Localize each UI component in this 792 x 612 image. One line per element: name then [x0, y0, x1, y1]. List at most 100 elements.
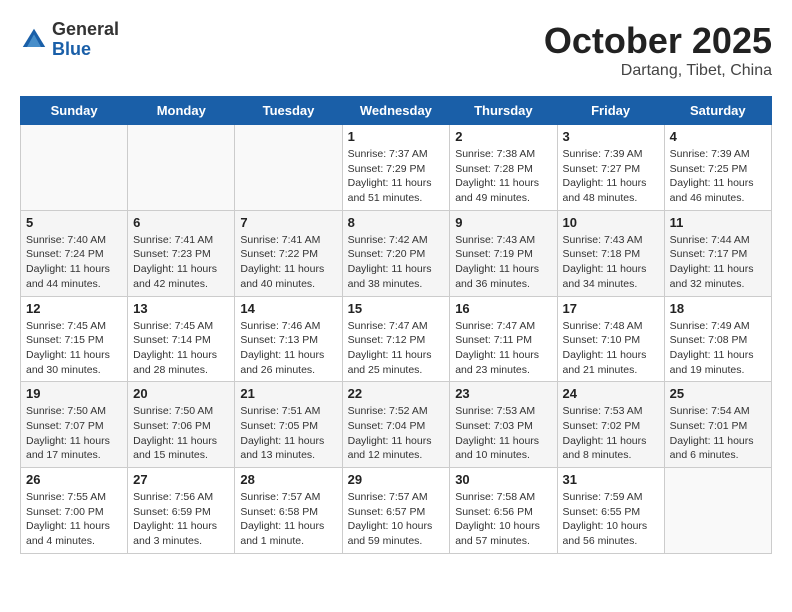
calendar-cell: 21 Sunrise: 7:51 AMSunset: 7:05 PMDayligh…	[235, 382, 342, 468]
calendar-cell: 28Sunrise: 7:57 AMSunset: 6:58 PMDayligh…	[235, 468, 342, 554]
calendar-cell: 26 Sunrise: 7:55 AMSunset: 7:00 PMDayligh…	[21, 468, 128, 554]
day-number: 24	[563, 386, 659, 401]
calendar-cell: 27 Sunrise: 7:56 AMSunset: 6:59 PMDayligh…	[128, 468, 235, 554]
day-info: Sunrise: 7:47 AMSunset: 7:12 PMDaylight:…	[348, 319, 445, 378]
day-info: Sunrise: 7:59 AMSunset: 6:55 PMDaylight:…	[563, 490, 659, 549]
day-number: 2	[455, 129, 551, 144]
day-number: 16	[455, 301, 551, 316]
calendar-cell: 14Sunrise: 7:46 AMSunset: 7:13 PMDayligh…	[235, 296, 342, 382]
day-info: Sunrise: 7:47 AMSunset: 7:11 PMDaylight:…	[455, 319, 551, 378]
calendar-cell: 9 Sunrise: 7:43 AMSunset: 7:19 PMDaylight…	[450, 210, 557, 296]
day-number: 3	[563, 129, 659, 144]
day-number: 21	[240, 386, 336, 401]
day-info: Sunrise: 7:55 AMSunset: 7:00 PMDaylight:…	[26, 490, 122, 549]
day-number: 11	[670, 215, 766, 230]
day-number: 7	[240, 215, 336, 230]
day-number: 26	[26, 472, 122, 487]
weekday-header: Sunday	[21, 97, 128, 125]
day-info: Sunrise: 7:53 AMSunset: 7:02 PMDaylight:…	[563, 404, 659, 463]
calendar-cell: 5 Sunrise: 7:40 AMSunset: 7:24 PMDaylight…	[21, 210, 128, 296]
day-number: 18	[670, 301, 766, 316]
calendar-cell: 25 Sunrise: 7:54 AMSunset: 7:01 PMDayligh…	[664, 382, 771, 468]
calendar-cell: 19 Sunrise: 7:50 AMSunset: 7:07 PMDayligh…	[21, 382, 128, 468]
day-number: 30	[455, 472, 551, 487]
title-block: October 2025 Dartang, Tibet, China	[544, 20, 772, 80]
weekday-header: Friday	[557, 97, 664, 125]
page-header: General Blue October 2025 Dartang, Tibet…	[20, 20, 772, 80]
calendar-cell: 7 Sunrise: 7:41 AMSunset: 7:22 PMDaylight…	[235, 210, 342, 296]
day-info: Sunrise: 7:48 AMSunset: 7:10 PMDaylight:…	[563, 319, 659, 378]
day-info: Sunrise: 7:39 AMSunset: 7:25 PMDaylight:…	[670, 147, 766, 206]
day-number: 31	[563, 472, 659, 487]
logo: General Blue	[20, 20, 119, 60]
calendar-cell: 18 Sunrise: 7:49 AMSunset: 7:08 PMDayligh…	[664, 296, 771, 382]
day-info: Sunrise: 7:51 AMSunset: 7:05 PMDaylight:…	[240, 404, 336, 463]
calendar-cell: 31 Sunrise: 7:59 AMSunset: 6:55 PMDayligh…	[557, 468, 664, 554]
day-number: 12	[26, 301, 122, 316]
day-number: 5	[26, 215, 122, 230]
day-number: 6	[133, 215, 229, 230]
day-info: Sunrise: 7:42 AMSunset: 7:20 PMDaylight:…	[348, 233, 445, 292]
day-info: Sunrise: 7:45 AMSunset: 7:14 PMDaylight:…	[133, 319, 229, 378]
day-number: 13	[133, 301, 229, 316]
calendar-week-row: 1Sunrise: 7:37 AMSunset: 7:29 PMDaylight…	[21, 125, 772, 211]
day-info: Sunrise: 7:53 AMSunset: 7:03 PMDaylight:…	[455, 404, 551, 463]
day-number: 23	[455, 386, 551, 401]
calendar: SundayMondayTuesdayWednesdayThursdayFrid…	[20, 96, 772, 554]
weekday-header: Thursday	[450, 97, 557, 125]
calendar-cell: 15 Sunrise: 7:47 AMSunset: 7:12 PMDayligh…	[342, 296, 450, 382]
logo-general: General	[52, 19, 119, 39]
day-info: Sunrise: 7:58 AMSunset: 6:56 PMDaylight:…	[455, 490, 551, 549]
day-info: Sunrise: 7:43 AMSunset: 7:19 PMDaylight:…	[455, 233, 551, 292]
day-number: 8	[348, 215, 445, 230]
day-number: 10	[563, 215, 659, 230]
day-info: Sunrise: 7:56 AMSunset: 6:59 PMDaylight:…	[133, 490, 229, 549]
day-number: 28	[240, 472, 336, 487]
calendar-cell: 4 Sunrise: 7:39 AMSunset: 7:25 PMDaylight…	[664, 125, 771, 211]
calendar-cell: 16 Sunrise: 7:47 AMSunset: 7:11 PMDayligh…	[450, 296, 557, 382]
calendar-cell: 17 Sunrise: 7:48 AMSunset: 7:10 PMDayligh…	[557, 296, 664, 382]
calendar-cell	[235, 125, 342, 211]
calendar-cell	[128, 125, 235, 211]
location-title: Dartang, Tibet, China	[544, 62, 772, 80]
logo-icon	[20, 26, 48, 54]
calendar-cell	[664, 468, 771, 554]
day-info: Sunrise: 7:54 AMSunset: 7:01 PMDaylight:…	[670, 404, 766, 463]
day-number: 14	[240, 301, 336, 316]
calendar-cell: 1Sunrise: 7:37 AMSunset: 7:29 PMDaylight…	[342, 125, 450, 211]
day-info: Sunrise: 7:52 AMSunset: 7:04 PMDaylight:…	[348, 404, 445, 463]
calendar-week-row: 12 Sunrise: 7:45 AMSunset: 7:15 PMDayligh…	[21, 296, 772, 382]
day-info: Sunrise: 7:50 AMSunset: 7:06 PMDaylight:…	[133, 404, 229, 463]
calendar-cell: 12 Sunrise: 7:45 AMSunset: 7:15 PMDayligh…	[21, 296, 128, 382]
day-number: 19	[26, 386, 122, 401]
calendar-cell: 23 Sunrise: 7:53 AMSunset: 7:03 PMDayligh…	[450, 382, 557, 468]
calendar-cell: 10Sunrise: 7:43 AMSunset: 7:18 PMDayligh…	[557, 210, 664, 296]
day-info: Sunrise: 7:39 AMSunset: 7:27 PMDaylight:…	[563, 147, 659, 206]
day-info: Sunrise: 7:50 AMSunset: 7:07 PMDaylight:…	[26, 404, 122, 463]
day-number: 4	[670, 129, 766, 144]
calendar-cell: 30 Sunrise: 7:58 AMSunset: 6:56 PMDayligh…	[450, 468, 557, 554]
weekday-header: Saturday	[664, 97, 771, 125]
day-number: 15	[348, 301, 445, 316]
day-info: Sunrise: 7:41 AMSunset: 7:22 PMDaylight:…	[240, 233, 336, 292]
day-info: Sunrise: 7:57 AMSunset: 6:57 PMDaylight:…	[348, 490, 445, 549]
day-number: 29	[348, 472, 445, 487]
calendar-cell: 13 Sunrise: 7:45 AMSunset: 7:14 PMDayligh…	[128, 296, 235, 382]
weekday-header: Monday	[128, 97, 235, 125]
day-number: 20	[133, 386, 229, 401]
calendar-week-row: 19 Sunrise: 7:50 AMSunset: 7:07 PMDayligh…	[21, 382, 772, 468]
calendar-cell	[21, 125, 128, 211]
day-info: Sunrise: 7:40 AMSunset: 7:24 PMDaylight:…	[26, 233, 122, 292]
day-info: Sunrise: 7:49 AMSunset: 7:08 PMDaylight:…	[670, 319, 766, 378]
day-number: 1	[348, 129, 445, 144]
day-info: Sunrise: 7:44 AMSunset: 7:17 PMDaylight:…	[670, 233, 766, 292]
day-number: 9	[455, 215, 551, 230]
calendar-cell: 11 Sunrise: 7:44 AMSunset: 7:17 PMDayligh…	[664, 210, 771, 296]
day-number: 27	[133, 472, 229, 487]
day-info: Sunrise: 7:45 AMSunset: 7:15 PMDaylight:…	[26, 319, 122, 378]
logo-blue: Blue	[52, 39, 91, 59]
day-info: Sunrise: 7:41 AMSunset: 7:23 PMDaylight:…	[133, 233, 229, 292]
month-title: October 2025	[544, 20, 772, 62]
day-number: 25	[670, 386, 766, 401]
day-number: 17	[563, 301, 659, 316]
